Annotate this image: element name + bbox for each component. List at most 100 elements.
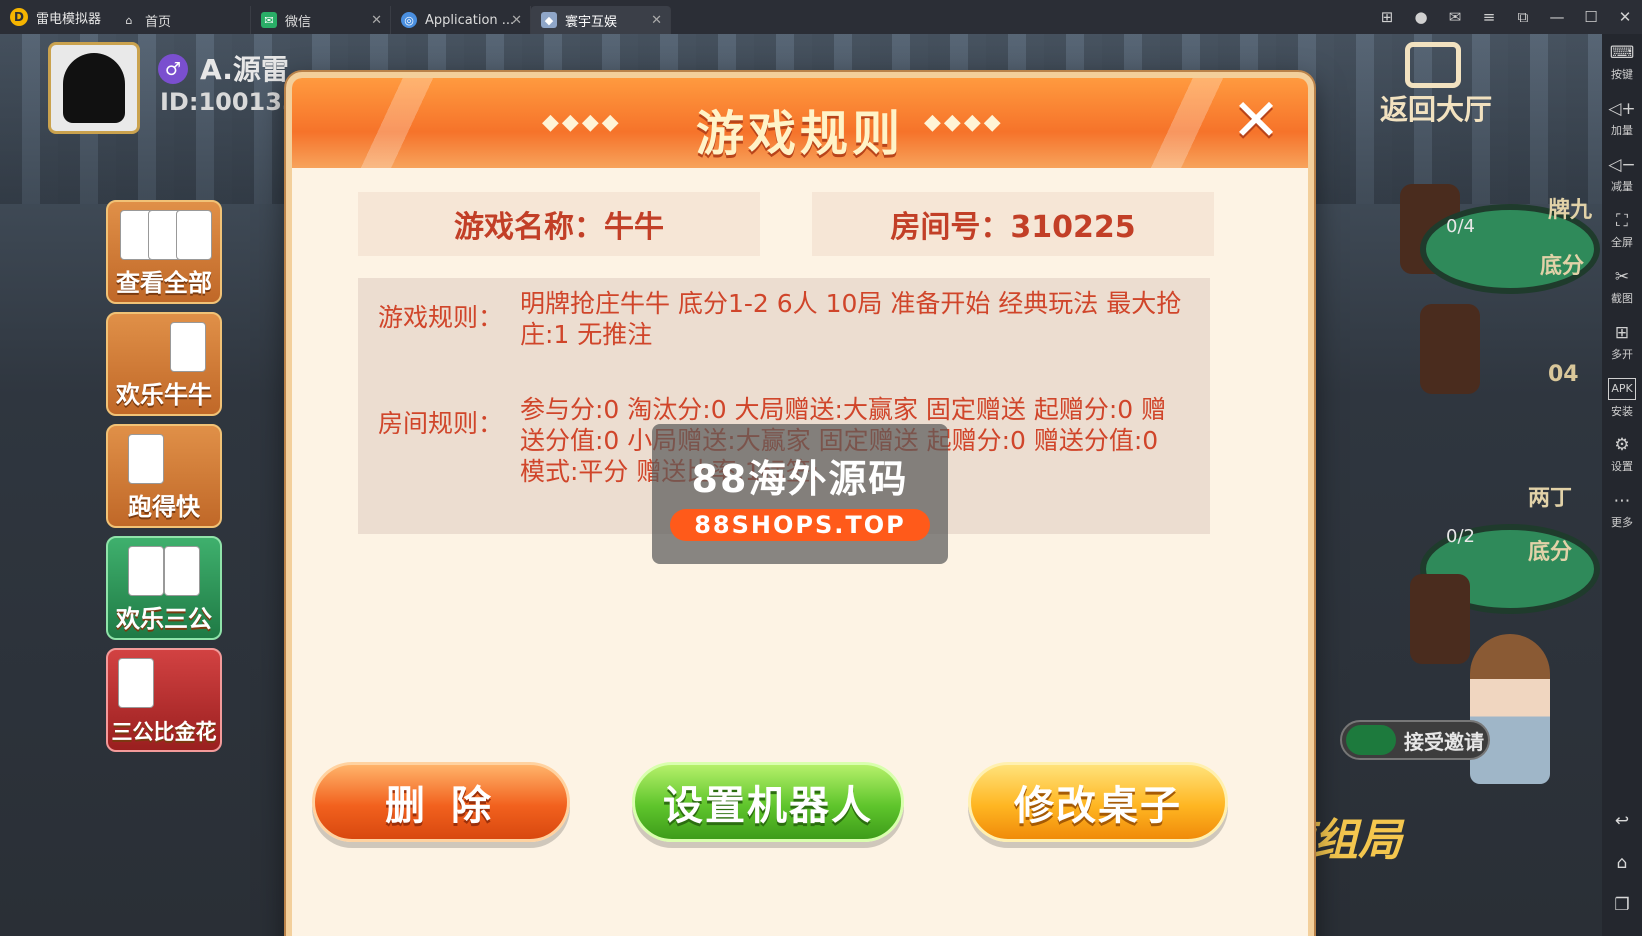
category-paodekuai[interactable]: 跑得快 (106, 424, 222, 528)
tab-label: 微信 (285, 14, 312, 30)
tab-home[interactable]: ⌂ 首页 (111, 6, 252, 34)
back-arrow-icon (1405, 42, 1461, 88)
chair-icon (1420, 304, 1480, 394)
player-id: ID:100135 (160, 88, 299, 116)
category-sangong-vs-jinhua[interactable]: 三公比金花 (106, 648, 222, 752)
tab-label: Application ... (425, 12, 515, 28)
game-rules-text: 明牌抢庄牛牛 底分1-2 6人 10局 准备开始 经典玩法 最大抢庄:1 无推注 (520, 289, 1182, 349)
sidebar-item-screenshot[interactable]: ✂ 截图 (1602, 258, 1642, 314)
card-icon (170, 322, 206, 372)
minimize-icon[interactable]: — (1540, 8, 1574, 26)
emulator-sidebar: ⌨ 按键 ◁+ 加量 ◁− 减量 ⛶ 全屏 ✂ 截图 ⊞ 多开 APK 安装 ⚙… (1602, 34, 1642, 936)
sidebar-item-volume-down[interactable]: ◁− 减量 (1602, 146, 1642, 202)
sidebar-item-label: 多开 (1611, 347, 1633, 361)
close-icon[interactable]: ✕ (651, 13, 662, 28)
close-icon[interactable]: ✕ (1228, 91, 1284, 150)
watermark-text: 88海外源码 (691, 456, 909, 501)
table-base-label: 底分 (1540, 254, 1585, 279)
app-logo-icon: D (10, 8, 28, 26)
set-robot-button[interactable]: 设置机器人 (632, 762, 904, 842)
back-to-lobby-button[interactable]: 返回大厅 (1380, 88, 1492, 128)
card-icon (176, 210, 212, 260)
close-icon[interactable]: ✕ (511, 13, 522, 28)
sidebar-item-volume-up[interactable]: ◁+ 加量 (1602, 90, 1642, 146)
back-icon[interactable]: ↩ (1602, 800, 1642, 842)
table-base-label: 底分 (1528, 540, 1573, 565)
category-label: 欢乐牛牛 (116, 381, 212, 409)
sidebar-item-settings[interactable]: ⚙ 设置 (1602, 426, 1642, 482)
sidebar-item-label: 安装 (1611, 404, 1633, 418)
room-number-box: 房间号：310225 (812, 192, 1214, 256)
app-name-area: D 雷电模拟器 (0, 0, 111, 34)
chair-icon (1410, 574, 1470, 664)
home-icon: ⌂ (125, 13, 133, 27)
window-titlebar: D 雷电模拟器 ⌂ 首页 ✉ 微信 ✕ ◎ Application ... ✕ … (0, 0, 1642, 34)
volume-down-icon: ◁− (1608, 154, 1636, 175)
game-name-box: 游戏名称：牛牛 (358, 192, 760, 256)
edit-table-button[interactable]: 修改桌子 (968, 762, 1228, 842)
invite-label: 接受邀请 (1404, 729, 1484, 754)
sidebar-item-fullscreen[interactable]: ⛶ 全屏 (1602, 202, 1642, 258)
category-niuniu[interactable]: 欢乐牛牛 (106, 312, 222, 416)
recent-apps-icon[interactable]: ❐ (1602, 884, 1642, 926)
seat-count: 0/4 (1446, 216, 1475, 237)
maximize-icon[interactable]: ☐ (1574, 8, 1608, 26)
restore-icon[interactable]: ⧉ (1506, 8, 1540, 26)
side-badge: 04 (1548, 362, 1579, 387)
tab-game[interactable]: ◆ 寰宇互娱 ✕ (531, 6, 672, 34)
tab-wechat[interactable]: ✉ 微信 ✕ (251, 6, 392, 34)
game-table-2[interactable] (1390, 504, 1600, 664)
room-rules-label: 房间规则： (378, 409, 504, 438)
sidebar-item-label: 按键 (1611, 67, 1633, 81)
window-controls: ⊞ ● ✉ ≡ ⧉ — ☐ ✕ (1370, 0, 1642, 34)
sidebar-item-label: 全屏 (1611, 235, 1633, 249)
app-name: 雷电模拟器 (36, 11, 102, 27)
globe-icon: ◎ (401, 12, 418, 28)
wechat-icon: ✉ (261, 12, 278, 28)
android-nav-buttons: ↩ ⌂ ❐ (1602, 800, 1642, 926)
game-icon: ◆ (541, 12, 558, 28)
sidebar-item-keymap[interactable]: ⌨ 按键 (1602, 34, 1642, 90)
gamepad-icon[interactable]: ⊞ (1370, 8, 1404, 26)
table-type-label: 牌九 (1548, 198, 1593, 223)
multi-instance-icon: ⊞ (1614, 322, 1630, 343)
room-number: 房间号：310225 (890, 210, 1136, 245)
accept-invite-toggle[interactable]: 接受邀请 (1340, 720, 1490, 760)
player-name: A.源雷 (200, 53, 289, 86)
hooded-figure-icon (63, 53, 125, 123)
delete-button[interactable]: 删 除 (312, 762, 570, 842)
close-icon[interactable]: ✕ (371, 13, 382, 28)
tab-application[interactable]: ◎ Application ... ✕ (391, 6, 532, 34)
table-type-label: 两丁 (1528, 486, 1573, 511)
sidebar-item-more[interactable]: ⋯ 更多 (1602, 482, 1642, 538)
sidebar-item-label: 更多 (1611, 515, 1633, 529)
more-icon: ⋯ (1613, 490, 1631, 511)
avatar-icon[interactable]: ● (1404, 8, 1438, 26)
category-label: 查看全部 (116, 269, 212, 297)
category-all[interactable]: 查看全部 (106, 200, 222, 304)
tab-label: 寰宇互娱 (565, 14, 618, 30)
sidebar-item-install[interactable]: APK 安装 (1602, 370, 1642, 426)
card-icon (128, 546, 164, 596)
category-label: 三公比金花 (111, 720, 217, 744)
category-sangong[interactable]: 欢乐三公 (106, 536, 222, 640)
menu-icon[interactable]: ≡ (1472, 8, 1506, 26)
modal-title: 游戏规则 (695, 106, 904, 162)
watermark-url: 88SHOPS.TOP (670, 508, 930, 541)
keyboard-icon: ⌨ (1609, 42, 1635, 63)
seat-count: 0/2 (1446, 526, 1475, 547)
close-icon[interactable]: ✕ (1608, 8, 1642, 26)
mail-icon[interactable]: ✉ (1438, 8, 1472, 26)
category-label: 欢乐三公 (116, 605, 212, 633)
apk-icon: APK (1608, 377, 1636, 400)
male-gender-icon: ♂ (158, 54, 188, 84)
tab-label: 首页 (145, 14, 172, 30)
modal-header: ◆◆◆◆ 游戏规则 ◆◆◆◆ ✕ (292, 78, 1308, 168)
game-category-list: 查看全部 欢乐牛牛 跑得快 欢乐三公 三公比金花 (106, 200, 222, 760)
sidebar-item-multi-instance[interactable]: ⊞ 多开 (1602, 314, 1642, 370)
game-screen: ♂ A.源雷 ID:100135 告 返回大厅 查看全部 欢乐牛牛 跑得快 欢乐… (0, 34, 1602, 936)
watermark-overlay: 88海外源码 88SHOPS.TOP (652, 424, 948, 564)
home-icon[interactable]: ⌂ (1602, 842, 1642, 884)
fullscreen-icon: ⛶ (1616, 210, 1628, 231)
player-avatar[interactable] (48, 42, 140, 134)
